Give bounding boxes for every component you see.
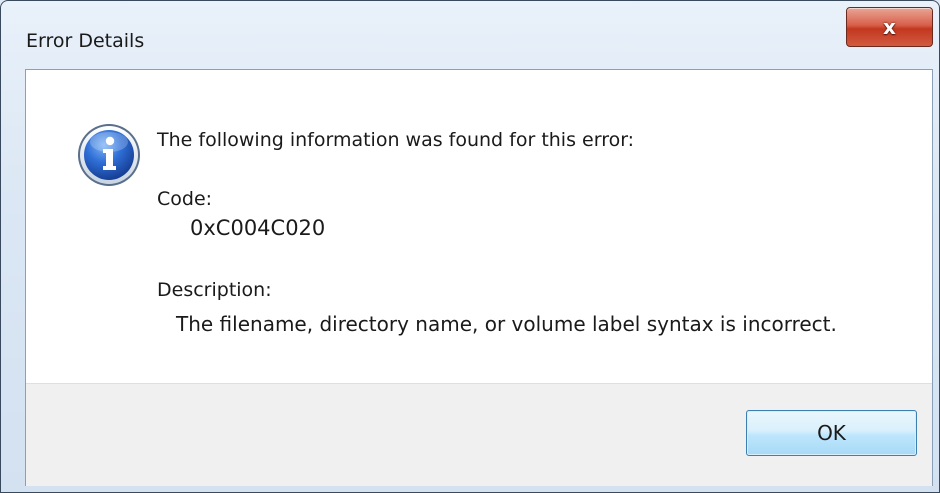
description-label: Description:: [157, 279, 272, 301]
window-title: Error Details: [26, 30, 145, 52]
description-value: The filename, directory name, or volume …: [176, 312, 837, 336]
title-bar[interactable]: Error Details x: [1, 1, 939, 69]
error-details-dialog: Error Details x The following informatio…: [0, 0, 940, 493]
close-icon: x: [883, 15, 896, 39]
information-icon: [78, 124, 140, 186]
code-value: 0xC004C020: [190, 216, 326, 240]
message-area: The following information was found for …: [26, 70, 932, 383]
message-heading: The following information was found for …: [157, 129, 635, 151]
ok-button[interactable]: OK: [746, 410, 917, 456]
dialog-client-area: The following information was found for …: [25, 69, 933, 486]
button-bar: OK: [26, 383, 932, 486]
code-label: Code:: [157, 188, 213, 210]
close-button[interactable]: x: [846, 7, 933, 47]
